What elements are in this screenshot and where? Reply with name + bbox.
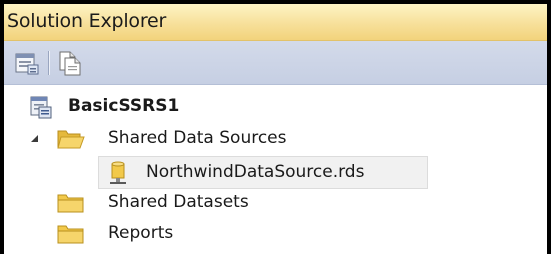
folder-open-icon	[57, 130, 85, 149]
expand-arrow-icon[interactable]	[30, 134, 40, 144]
shared-datasets-label: Shared Datasets	[108, 192, 249, 212]
tree-item-northwind-datasource[interactable]: NorthwindDataSource.rds	[98, 156, 428, 189]
solution-explorer-window: Solution Explorer BasicSSRS1 Shared Data…	[0, 0, 551, 254]
tree-item-project[interactable]: BasicSSRS1	[28, 92, 228, 122]
tree-item-reports[interactable]: Reports	[56, 219, 356, 249]
toolbar	[4, 41, 547, 85]
show-all-files-button[interactable]	[56, 50, 82, 76]
reports-label: Reports	[108, 223, 174, 243]
datasource-icon	[110, 161, 126, 184]
panel-title: Solution Explorer	[7, 10, 167, 32]
tree-item-shared-datasets[interactable]: Shared Datasets	[56, 188, 356, 218]
show-all-files-icon	[59, 51, 81, 76]
shared-data-sources-label: Shared Data Sources	[108, 128, 287, 148]
properties-button[interactable]	[14, 50, 40, 76]
datasource-label: NorthwindDataSource.rds	[146, 162, 365, 182]
toolbar-separator	[48, 51, 49, 75]
folder-icon	[57, 225, 84, 244]
tree-item-shared-data-sources[interactable]: Shared Data Sources	[26, 124, 356, 154]
title-bar[interactable]: Solution Explorer	[4, 4, 547, 41]
folder-icon	[57, 194, 84, 213]
project-icon	[30, 96, 52, 119]
project-label: BasicSSRS1	[68, 96, 180, 116]
properties-icon	[15, 53, 39, 75]
